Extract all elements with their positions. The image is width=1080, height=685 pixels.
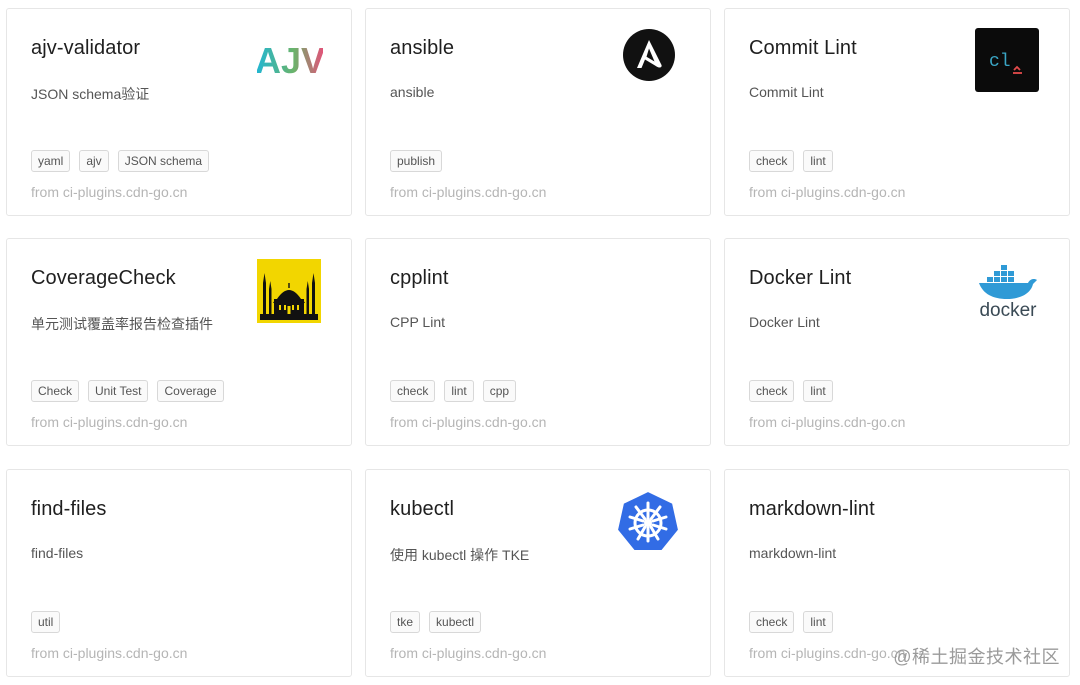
plugin-source: from ci-plugins.cdn-go.cn xyxy=(390,414,547,430)
plugin-title: ansible xyxy=(390,37,455,59)
tag[interactable]: tke xyxy=(390,611,421,633)
plugin-description: 使用 kubectl 操作 TKE xyxy=(390,547,530,563)
tag[interactable]: check xyxy=(749,150,795,172)
plugin-tags: check lint xyxy=(749,150,833,172)
plugin-description: CPP Lint xyxy=(390,314,445,330)
plugin-card-find-files[interactable]: find-files find-files util from ci-plugi… xyxy=(6,469,352,677)
ajv-logo-icon: AJV xyxy=(255,27,325,93)
plugin-tags: check lint xyxy=(749,380,833,402)
plugin-tags: util xyxy=(31,611,61,633)
svg-text:docker: docker xyxy=(979,300,1037,321)
plugin-source: from ci-plugins.cdn-go.cn xyxy=(31,414,188,430)
commitlint-logo-icon: cl xyxy=(975,28,1039,92)
tag[interactable]: kubectl xyxy=(429,611,482,633)
tag[interactable]: check xyxy=(390,380,436,402)
plugin-description: 单元测试覆盖率报告检查插件 xyxy=(31,316,213,332)
plugin-title: markdown-lint xyxy=(749,498,875,520)
plugin-source: from ci-plugins.cdn-go.cn xyxy=(749,414,906,430)
plugin-description: JSON schema验证 xyxy=(31,86,150,102)
watermark: @稀土掘金技术社区 xyxy=(893,647,1060,667)
plugin-description: markdown-lint xyxy=(749,545,837,561)
plugin-source: from ci-plugins.cdn-go.cn xyxy=(749,645,906,661)
tag[interactable]: Coverage xyxy=(157,380,224,402)
plugin-source: from ci-plugins.cdn-go.cn xyxy=(31,184,188,200)
tag[interactable]: Unit Test xyxy=(88,380,149,402)
plugin-card-commit-lint[interactable]: Commit Lint Commit Lint check lint from … xyxy=(724,8,1070,216)
plugin-title: Commit Lint xyxy=(749,37,857,59)
plugin-description: ansible xyxy=(390,84,435,100)
tag[interactable]: lint xyxy=(803,611,833,633)
plugin-tags: publish xyxy=(390,150,443,172)
plugin-source: from ci-plugins.cdn-go.cn xyxy=(390,645,547,661)
plugin-tags: tke kubectl xyxy=(390,611,482,633)
plugin-tags: yaml ajv JSON schema xyxy=(31,150,210,172)
mosque-logo-icon xyxy=(257,259,321,323)
tag[interactable]: lint xyxy=(803,380,833,402)
plugin-card-ansible[interactable]: ansible ansible publish from ci-plugins.… xyxy=(365,8,711,216)
plugin-source: from ci-plugins.cdn-go.cn xyxy=(31,645,188,661)
plugin-tags: Check Unit Test Coverage xyxy=(31,380,224,402)
ansible-logo-icon xyxy=(622,28,676,82)
tag[interactable]: cpp xyxy=(482,380,517,402)
tag[interactable]: check xyxy=(749,611,795,633)
svg-text:AJV: AJV xyxy=(257,40,323,81)
plugin-grid: ajv-validator JSON schema验证 yaml ajv JSO… xyxy=(0,0,1080,685)
plugin-card-cpplint[interactable]: cpplint CPP Lint check lint cpp from ci-… xyxy=(365,238,711,446)
plugin-card-kubectl[interactable]: kubectl 使用 kubectl 操作 TKE tke kubectl fr… xyxy=(365,469,711,677)
tag[interactable]: util xyxy=(31,611,61,633)
tag[interactable]: lint xyxy=(803,150,833,172)
plugin-title: cpplint xyxy=(390,267,449,289)
kubernetes-logo-icon xyxy=(614,489,682,555)
plugin-tags: check lint xyxy=(749,611,833,633)
plugin-tags: check lint cpp xyxy=(390,380,517,402)
tag[interactable]: check xyxy=(749,380,795,402)
plugin-title: kubectl xyxy=(390,498,455,520)
svg-text:cl: cl xyxy=(989,52,1011,72)
tag[interactable]: JSON schema xyxy=(117,150,210,172)
plugin-source: from ci-plugins.cdn-go.cn xyxy=(390,184,547,200)
plugin-source: from ci-plugins.cdn-go.cn xyxy=(749,184,906,200)
plugin-description: find-files xyxy=(31,545,84,561)
plugin-title: CoverageCheck xyxy=(31,267,176,289)
plugin-card-ajv-validator[interactable]: ajv-validator JSON schema验证 yaml ajv JSO… xyxy=(6,8,352,216)
tag[interactable]: Check xyxy=(31,380,80,402)
plugin-card-coveragecheck[interactable]: CoverageCheck 单元测试覆盖率报告检查插件 Check Unit T… xyxy=(6,238,352,446)
tag[interactable]: yaml xyxy=(31,150,71,172)
plugin-title: find-files xyxy=(31,498,107,520)
docker-logo-icon: docker xyxy=(973,261,1043,321)
plugin-description: Commit Lint xyxy=(749,84,824,100)
tag[interactable]: lint xyxy=(444,380,474,402)
plugin-card-docker-lint[interactable]: Docker Lint Docker Lint check lint from … xyxy=(724,238,1070,446)
plugin-title: ajv-validator xyxy=(31,37,141,59)
plugin-title: Docker Lint xyxy=(749,267,852,289)
plugin-description: Docker Lint xyxy=(749,314,820,330)
tag[interactable]: publish xyxy=(390,150,443,172)
tag[interactable]: ajv xyxy=(79,150,109,172)
